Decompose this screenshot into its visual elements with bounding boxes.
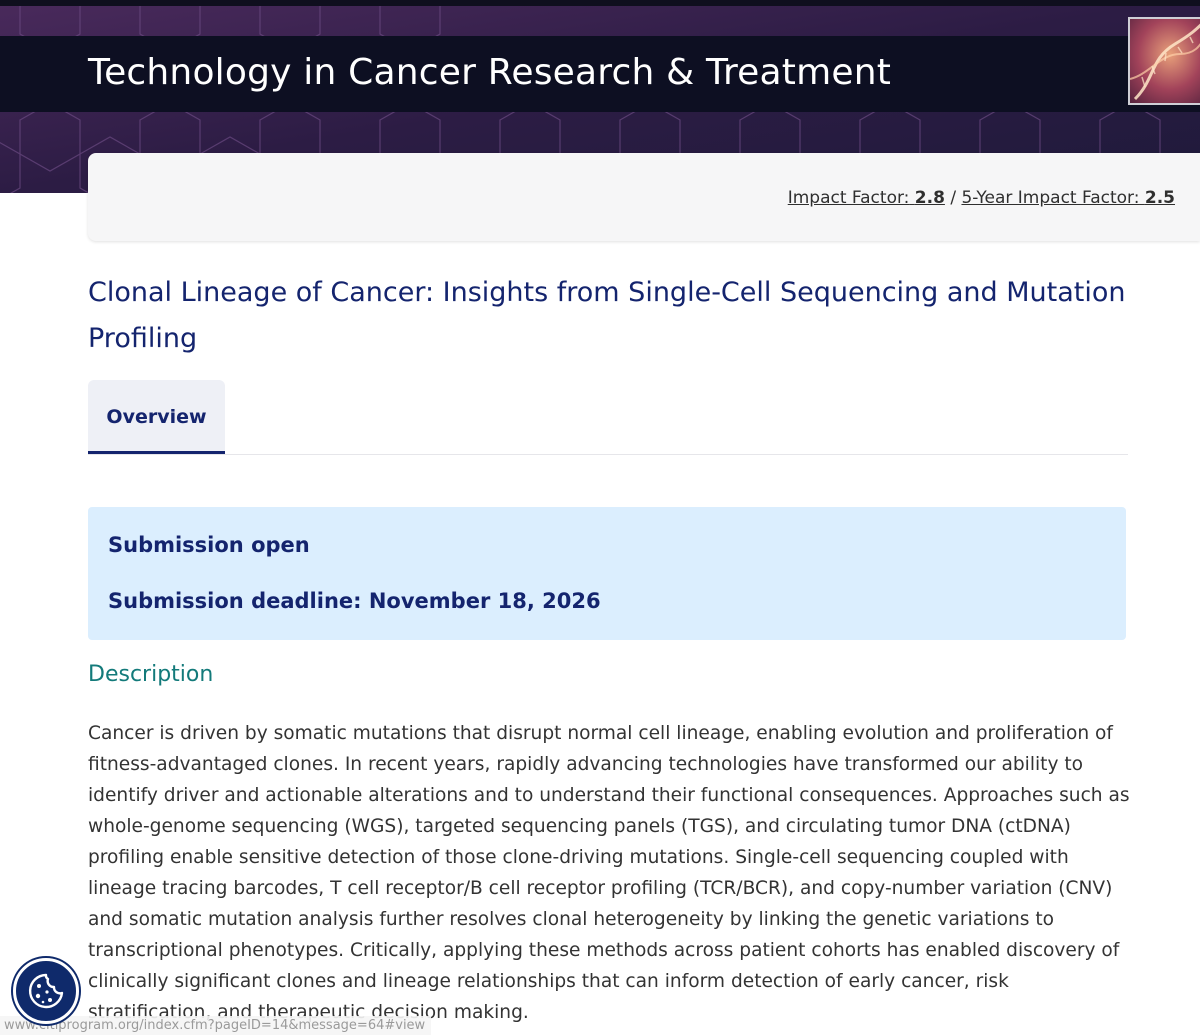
tab-bar: Overview <box>88 380 1128 456</box>
impact-factor-card: Impact Factor: 2.8 / 5-Year Impact Facto… <box>88 153 1200 241</box>
journal-cover-image[interactable] <box>1128 17 1200 105</box>
submission-info-box: Submission open Submission deadline: Nov… <box>88 507 1126 640</box>
cookie-icon <box>29 973 64 1009</box>
impact-factor-line: Impact Factor: 2.8 / 5-Year Impact Facto… <box>788 188 1175 208</box>
metric-separator: / <box>950 188 957 208</box>
five-year-impact-factor-link[interactable]: 5-Year Impact Factor: 2.5 <box>961 188 1175 208</box>
journal-title[interactable]: Technology in Cancer Research & Treatmen… <box>88 52 891 93</box>
five-year-impact-factor-value: 2.5 <box>1144 188 1175 208</box>
impact-factor-label: Impact Factor: <box>787 188 910 208</box>
five-year-impact-factor-label: 5-Year Impact Factor: <box>961 188 1140 208</box>
submission-status: Submission open <box>108 533 310 557</box>
description-heading: Description <box>88 662 214 687</box>
tab-overview[interactable]: Overview <box>88 380 225 454</box>
article-title: Clonal Lineage of Cancer: Insights from … <box>88 277 1126 354</box>
banner-top-strip <box>0 0 1200 6</box>
impact-factor-link[interactable]: Impact Factor: 2.8 <box>788 188 945 208</box>
cookie-preferences-button[interactable] <box>13 958 79 1024</box>
tab-divider <box>88 454 1128 455</box>
description-body: Cancer is driven by somatic mutations th… <box>88 723 1130 1023</box>
submission-deadline: Submission deadline: November 18, 2026 <box>108 589 601 613</box>
status-bar-url: www.citiprogram.org/index.cfm?pageID=14&… <box>0 1016 432 1035</box>
dna-helix-icon <box>1130 19 1200 103</box>
impact-factor-value: 2.8 <box>914 188 945 208</box>
